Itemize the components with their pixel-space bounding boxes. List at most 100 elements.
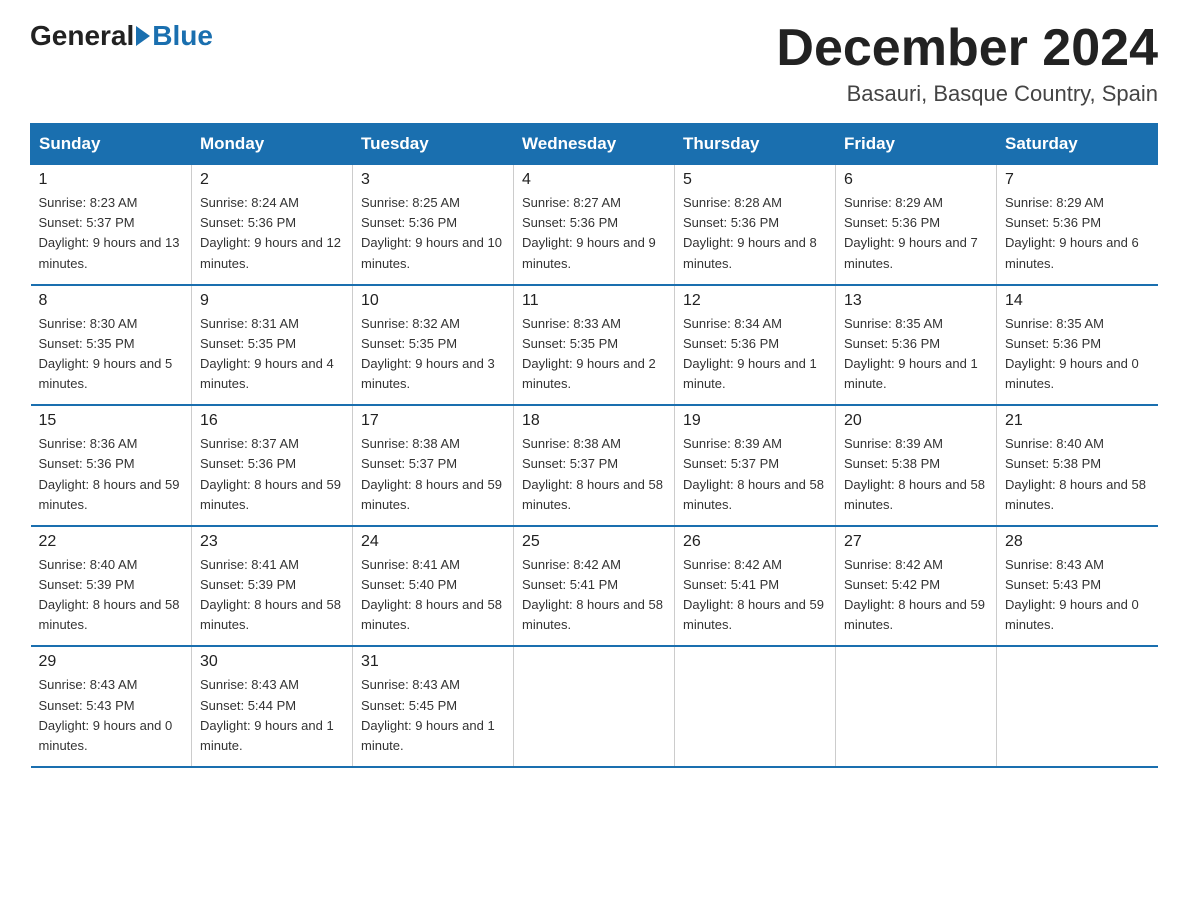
- calendar-cell: 4 Sunrise: 8:27 AMSunset: 5:36 PMDayligh…: [514, 165, 675, 285]
- day-info: Sunrise: 8:43 AMSunset: 5:44 PMDaylight:…: [200, 675, 344, 756]
- calendar-cell: [836, 646, 997, 767]
- day-number: 20: [844, 412, 988, 430]
- calendar-cell: 31 Sunrise: 8:43 AMSunset: 5:45 PMDaylig…: [353, 646, 514, 767]
- calendar-header-friday: Friday: [836, 124, 997, 165]
- calendar-cell: 20 Sunrise: 8:39 AMSunset: 5:38 PMDaylig…: [836, 405, 997, 526]
- day-info: Sunrise: 8:23 AMSunset: 5:37 PMDaylight:…: [39, 193, 184, 274]
- calendar-week-row: 1 Sunrise: 8:23 AMSunset: 5:37 PMDayligh…: [31, 165, 1158, 285]
- day-number: 6: [844, 171, 988, 189]
- calendar-header-row: SundayMondayTuesdayWednesdayThursdayFrid…: [31, 124, 1158, 165]
- day-number: 16: [200, 412, 344, 430]
- logo-triangle-icon: [136, 26, 150, 46]
- calendar-header-thursday: Thursday: [675, 124, 836, 165]
- calendar-week-row: 29 Sunrise: 8:43 AMSunset: 5:43 PMDaylig…: [31, 646, 1158, 767]
- day-number: 29: [39, 653, 184, 671]
- day-number: 14: [1005, 292, 1150, 310]
- calendar-cell: 25 Sunrise: 8:42 AMSunset: 5:41 PMDaylig…: [514, 526, 675, 647]
- title-block: December 2024 Basauri, Basque Country, S…: [776, 20, 1158, 107]
- day-info: Sunrise: 8:25 AMSunset: 5:36 PMDaylight:…: [361, 193, 505, 274]
- calendar-cell: 26 Sunrise: 8:42 AMSunset: 5:41 PMDaylig…: [675, 526, 836, 647]
- calendar-cell: 17 Sunrise: 8:38 AMSunset: 5:37 PMDaylig…: [353, 405, 514, 526]
- calendar-cell: 24 Sunrise: 8:41 AMSunset: 5:40 PMDaylig…: [353, 526, 514, 647]
- calendar-table: SundayMondayTuesdayWednesdayThursdayFrid…: [30, 123, 1158, 768]
- calendar-header-saturday: Saturday: [997, 124, 1158, 165]
- day-number: 1: [39, 171, 184, 189]
- calendar-cell: 28 Sunrise: 8:43 AMSunset: 5:43 PMDaylig…: [997, 526, 1158, 647]
- day-info: Sunrise: 8:38 AMSunset: 5:37 PMDaylight:…: [361, 434, 505, 515]
- calendar-header-wednesday: Wednesday: [514, 124, 675, 165]
- day-info: Sunrise: 8:39 AMSunset: 5:38 PMDaylight:…: [844, 434, 988, 515]
- calendar-header-sunday: Sunday: [31, 124, 192, 165]
- day-info: Sunrise: 8:38 AMSunset: 5:37 PMDaylight:…: [522, 434, 666, 515]
- day-number: 21: [1005, 412, 1150, 430]
- day-number: 2: [200, 171, 344, 189]
- calendar-cell: 3 Sunrise: 8:25 AMSunset: 5:36 PMDayligh…: [353, 165, 514, 285]
- day-info: Sunrise: 8:27 AMSunset: 5:36 PMDaylight:…: [522, 193, 666, 274]
- day-number: 15: [39, 412, 184, 430]
- day-number: 24: [361, 533, 505, 551]
- day-info: Sunrise: 8:39 AMSunset: 5:37 PMDaylight:…: [683, 434, 827, 515]
- day-info: Sunrise: 8:40 AMSunset: 5:38 PMDaylight:…: [1005, 434, 1150, 515]
- day-info: Sunrise: 8:41 AMSunset: 5:40 PMDaylight:…: [361, 555, 505, 636]
- logo-blue-text: Blue: [152, 20, 213, 52]
- logo: General Blue: [30, 20, 213, 52]
- day-info: Sunrise: 8:35 AMSunset: 5:36 PMDaylight:…: [1005, 314, 1150, 395]
- day-number: 13: [844, 292, 988, 310]
- calendar-cell: [997, 646, 1158, 767]
- calendar-cell: 15 Sunrise: 8:36 AMSunset: 5:36 PMDaylig…: [31, 405, 192, 526]
- calendar-cell: 21 Sunrise: 8:40 AMSunset: 5:38 PMDaylig…: [997, 405, 1158, 526]
- day-number: 9: [200, 292, 344, 310]
- day-info: Sunrise: 8:35 AMSunset: 5:36 PMDaylight:…: [844, 314, 988, 395]
- day-number: 3: [361, 171, 505, 189]
- calendar-cell: 8 Sunrise: 8:30 AMSunset: 5:35 PMDayligh…: [31, 285, 192, 406]
- calendar-cell: 16 Sunrise: 8:37 AMSunset: 5:36 PMDaylig…: [192, 405, 353, 526]
- calendar-cell: [514, 646, 675, 767]
- day-info: Sunrise: 8:34 AMSunset: 5:36 PMDaylight:…: [683, 314, 827, 395]
- day-number: 4: [522, 171, 666, 189]
- day-info: Sunrise: 8:43 AMSunset: 5:45 PMDaylight:…: [361, 675, 505, 756]
- day-info: Sunrise: 8:36 AMSunset: 5:36 PMDaylight:…: [39, 434, 184, 515]
- calendar-header-tuesday: Tuesday: [353, 124, 514, 165]
- day-number: 7: [1005, 171, 1150, 189]
- day-number: 18: [522, 412, 666, 430]
- day-number: 28: [1005, 533, 1150, 551]
- page-header: General Blue December 2024 Basauri, Basq…: [30, 20, 1158, 107]
- page-subtitle: Basauri, Basque Country, Spain: [776, 81, 1158, 107]
- calendar-cell: 9 Sunrise: 8:31 AMSunset: 5:35 PMDayligh…: [192, 285, 353, 406]
- page-title: December 2024: [776, 20, 1158, 77]
- day-number: 19: [683, 412, 827, 430]
- day-info: Sunrise: 8:41 AMSunset: 5:39 PMDaylight:…: [200, 555, 344, 636]
- day-info: Sunrise: 8:42 AMSunset: 5:41 PMDaylight:…: [683, 555, 827, 636]
- calendar-cell: 14 Sunrise: 8:35 AMSunset: 5:36 PMDaylig…: [997, 285, 1158, 406]
- day-info: Sunrise: 8:29 AMSunset: 5:36 PMDaylight:…: [844, 193, 988, 274]
- day-info: Sunrise: 8:33 AMSunset: 5:35 PMDaylight:…: [522, 314, 666, 395]
- day-number: 11: [522, 292, 666, 310]
- day-info: Sunrise: 8:40 AMSunset: 5:39 PMDaylight:…: [39, 555, 184, 636]
- calendar-cell: 5 Sunrise: 8:28 AMSunset: 5:36 PMDayligh…: [675, 165, 836, 285]
- day-number: 30: [200, 653, 344, 671]
- calendar-cell: 6 Sunrise: 8:29 AMSunset: 5:36 PMDayligh…: [836, 165, 997, 285]
- day-number: 5: [683, 171, 827, 189]
- day-info: Sunrise: 8:42 AMSunset: 5:42 PMDaylight:…: [844, 555, 988, 636]
- calendar-cell: 29 Sunrise: 8:43 AMSunset: 5:43 PMDaylig…: [31, 646, 192, 767]
- day-info: Sunrise: 8:24 AMSunset: 5:36 PMDaylight:…: [200, 193, 344, 274]
- day-info: Sunrise: 8:30 AMSunset: 5:35 PMDaylight:…: [39, 314, 184, 395]
- logo-general-text: General: [30, 20, 134, 52]
- day-number: 17: [361, 412, 505, 430]
- calendar-cell: 30 Sunrise: 8:43 AMSunset: 5:44 PMDaylig…: [192, 646, 353, 767]
- day-info: Sunrise: 8:42 AMSunset: 5:41 PMDaylight:…: [522, 555, 666, 636]
- day-info: Sunrise: 8:37 AMSunset: 5:36 PMDaylight:…: [200, 434, 344, 515]
- calendar-cell: 11 Sunrise: 8:33 AMSunset: 5:35 PMDaylig…: [514, 285, 675, 406]
- calendar-cell: 19 Sunrise: 8:39 AMSunset: 5:37 PMDaylig…: [675, 405, 836, 526]
- day-number: 10: [361, 292, 505, 310]
- calendar-cell: 12 Sunrise: 8:34 AMSunset: 5:36 PMDaylig…: [675, 285, 836, 406]
- calendar-cell: 2 Sunrise: 8:24 AMSunset: 5:36 PMDayligh…: [192, 165, 353, 285]
- calendar-week-row: 8 Sunrise: 8:30 AMSunset: 5:35 PMDayligh…: [31, 285, 1158, 406]
- day-info: Sunrise: 8:32 AMSunset: 5:35 PMDaylight:…: [361, 314, 505, 395]
- day-info: Sunrise: 8:28 AMSunset: 5:36 PMDaylight:…: [683, 193, 827, 274]
- calendar-cell: 10 Sunrise: 8:32 AMSunset: 5:35 PMDaylig…: [353, 285, 514, 406]
- calendar-cell: 18 Sunrise: 8:38 AMSunset: 5:37 PMDaylig…: [514, 405, 675, 526]
- day-number: 26: [683, 533, 827, 551]
- day-info: Sunrise: 8:29 AMSunset: 5:36 PMDaylight:…: [1005, 193, 1150, 274]
- day-number: 27: [844, 533, 988, 551]
